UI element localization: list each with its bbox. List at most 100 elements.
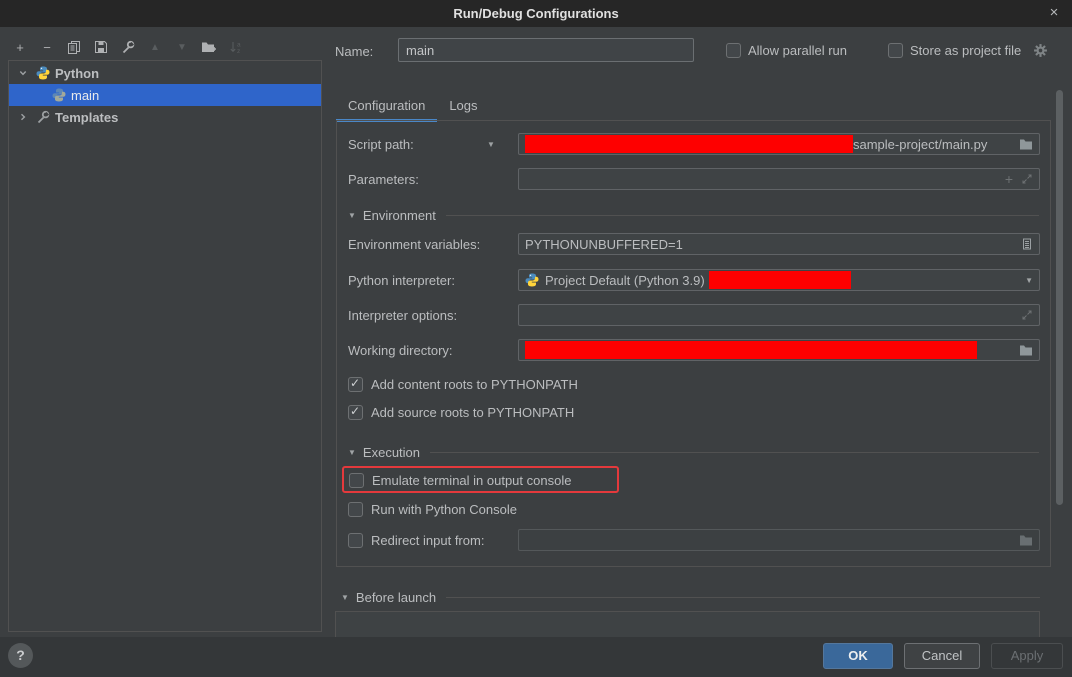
ok-button[interactable]: OK	[823, 643, 893, 669]
name-label: Name:	[335, 44, 373, 59]
svg-text:z: z	[237, 48, 240, 54]
collapse-triangle-icon[interactable]: ▼	[348, 211, 356, 220]
expand-field-icon[interactable]	[1021, 173, 1033, 185]
allow-parallel-run-option[interactable]: Allow parallel run	[726, 43, 847, 58]
tree-item-python[interactable]: Python	[9, 62, 321, 84]
before-launch-section-header[interactable]: ▼ Before launch	[336, 586, 1051, 608]
python-interpreter-label: Python interpreter:	[348, 273, 455, 288]
section-divider	[446, 597, 1040, 598]
add-content-roots-option[interactable]: Add content roots to PYTHONPATH	[337, 373, 1050, 395]
python-icon	[52, 88, 66, 102]
add-content-roots-checkbox[interactable]	[348, 377, 363, 392]
python-icon	[36, 66, 50, 80]
python-icon	[525, 273, 539, 287]
add-source-roots-option[interactable]: Add source roots to PYTHONPATH	[337, 401, 1050, 423]
collapse-triangle-icon[interactable]: ▼	[348, 448, 356, 457]
wrench-icon	[36, 110, 50, 124]
interpreter-options-row: Interpreter options:	[337, 304, 1050, 326]
expand-field-icon[interactable]	[1021, 309, 1033, 321]
configurations-tree: Python main Templates	[8, 60, 322, 632]
script-path-value: sample-project/main.py	[853, 137, 987, 152]
environment-variables-row: Environment variables: PYTHONUNBUFFERED=…	[337, 233, 1050, 255]
add-source-roots-label: Add source roots to PYTHONPATH	[371, 405, 574, 420]
move-down-icon: ▼	[174, 39, 190, 55]
redirect-input-field[interactable]	[518, 529, 1040, 551]
emulate-terminal-label: Emulate terminal in output console	[372, 473, 571, 488]
store-as-project-file-checkbox[interactable]	[888, 43, 903, 58]
before-launch-task-list[interactable]	[335, 611, 1040, 637]
parameters-label: Parameters:	[348, 172, 419, 187]
run-python-console-checkbox[interactable]	[348, 502, 363, 517]
python-interpreter-combobox[interactable]: Project Default (Python 3.9) ▼	[518, 269, 1040, 291]
folder-icon[interactable]	[1019, 138, 1033, 150]
parameters-field[interactable]: +	[518, 168, 1040, 190]
working-directory-row: Working directory:	[337, 339, 1050, 361]
python-interpreter-value: Project Default (Python 3.9)	[545, 273, 705, 288]
save-configuration-icon[interactable]	[93, 39, 109, 55]
dialog-footer: ? OK Cancel Apply	[0, 637, 1072, 677]
remove-configuration-icon[interactable]: −	[39, 39, 55, 55]
run-python-console-label: Run with Python Console	[371, 502, 517, 517]
allow-parallel-run-checkbox[interactable]	[726, 43, 741, 58]
help-button[interactable]: ?	[8, 643, 33, 668]
configuration-tab-content: Script path: ▼ sample-project/main.py Pa…	[336, 120, 1051, 567]
redaction-overlay	[525, 341, 977, 359]
macros-plus-icon[interactable]: +	[1005, 171, 1013, 187]
tree-item-label: main	[71, 88, 99, 103]
tree-item-main[interactable]: main	[9, 84, 321, 106]
tree-item-templates[interactable]: Templates	[9, 106, 321, 128]
execution-section-label: Execution	[363, 445, 420, 460]
move-up-icon: ▲	[147, 39, 163, 55]
tab-configuration[interactable]: Configuration	[336, 91, 437, 122]
section-divider	[430, 452, 1039, 453]
run-python-console-option[interactable]: Run with Python Console	[337, 498, 1050, 520]
before-launch-section-label: Before launch	[356, 590, 436, 605]
redaction-overlay	[709, 271, 851, 289]
working-directory-field[interactable]	[518, 339, 1040, 361]
cancel-button[interactable]: Cancel	[904, 643, 980, 669]
environment-variables-value: PYTHONUNBUFFERED=1	[525, 237, 683, 252]
add-content-roots-label: Add content roots to PYTHONPATH	[371, 377, 578, 392]
chevron-down-icon[interactable]: ▼	[1025, 276, 1033, 285]
vertical-scrollbar[interactable]	[1056, 90, 1063, 505]
emulate-terminal-option[interactable]: Emulate terminal in output console	[337, 469, 1050, 491]
dialog-title: Run/Debug Configurations	[453, 6, 618, 21]
apply-button: Apply	[991, 643, 1063, 669]
name-input[interactable]	[398, 38, 694, 62]
folder-icon	[1019, 534, 1033, 546]
add-configuration-icon[interactable]: +	[12, 39, 28, 55]
working-directory-label: Working directory:	[348, 343, 453, 358]
environment-section-label: Environment	[363, 208, 436, 223]
gear-icon[interactable]	[1033, 43, 1048, 58]
add-source-roots-checkbox[interactable]	[348, 405, 363, 420]
python-interpreter-row: Python interpreter: Project Default (Pyt…	[337, 269, 1050, 291]
interpreter-options-field[interactable]	[518, 304, 1040, 326]
redirect-input-checkbox[interactable]	[348, 533, 363, 548]
chevron-right-icon[interactable]	[18, 112, 28, 122]
store-as-project-file-option[interactable]: Store as project file	[888, 43, 1021, 58]
edit-variables-icon[interactable]	[1021, 238, 1033, 250]
collapse-triangle-icon[interactable]: ▼	[341, 593, 349, 602]
script-path-dropdown-icon[interactable]: ▼	[487, 140, 495, 149]
edit-templates-icon[interactable]	[120, 39, 136, 55]
emulate-terminal-checkbox[interactable]	[349, 473, 364, 488]
folder-icon[interactable]	[1019, 344, 1033, 356]
section-divider	[446, 215, 1039, 216]
chevron-down-icon[interactable]	[18, 68, 28, 78]
script-path-label: Script path:	[348, 137, 414, 152]
close-icon[interactable]: ×	[1045, 4, 1063, 22]
parameters-row: Parameters: +	[337, 168, 1050, 190]
copy-configuration-icon[interactable]	[66, 39, 82, 55]
environment-section-header[interactable]: ▼ Environment	[337, 204, 1050, 226]
script-path-field[interactable]: sample-project/main.py	[518, 133, 1040, 155]
configurations-toolbar: + − ▲ ▼ az	[12, 36, 244, 58]
allow-parallel-run-label: Allow parallel run	[748, 43, 847, 58]
tree-item-label: Templates	[55, 110, 118, 125]
execution-section-header[interactable]: ▼ Execution	[337, 441, 1050, 463]
config-tabs: Configuration Logs	[336, 91, 490, 122]
tab-logs[interactable]: Logs	[437, 91, 489, 122]
redirect-input-option[interactable]: Redirect input from:	[337, 529, 1050, 551]
environment-variables-field[interactable]: PYTHONUNBUFFERED=1	[518, 233, 1040, 255]
script-path-row: Script path: ▼ sample-project/main.py	[337, 133, 1050, 155]
new-folder-icon[interactable]	[201, 39, 217, 55]
